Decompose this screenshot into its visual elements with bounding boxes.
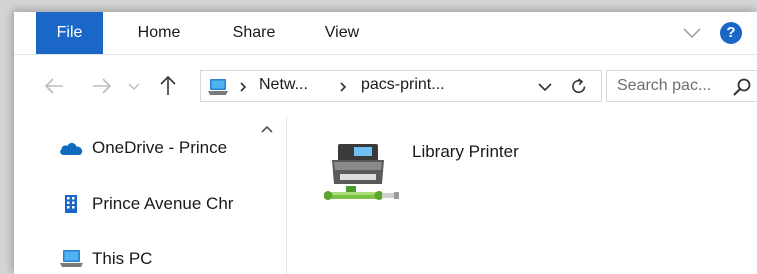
back-arrow-icon[interactable]: [42, 74, 66, 98]
tab-file[interactable]: File: [36, 12, 103, 54]
breadcrumb-network[interactable]: Netw...: [259, 76, 308, 94]
breadcrumb-chevron-icon[interactable]: [237, 79, 249, 95]
this-pc-icon: [208, 79, 228, 95]
navigation-pane: OneDrive - Prince Prince Avenue Chr This…: [14, 116, 287, 274]
search-input[interactable]: [607, 71, 727, 101]
forward-arrow-icon[interactable]: [90, 74, 114, 98]
onedrive-cloud-icon: [60, 143, 83, 155]
up-arrow-icon[interactable]: [156, 74, 180, 98]
file-explorer-window: File Home Share View ? Netw... pacs-prin…: [14, 12, 757, 274]
ribbon-tab-bar: File Home Share View ?: [14, 12, 757, 55]
nav-item-this-pc[interactable]: This PC: [58, 245, 286, 273]
address-dropdown-chevron-icon[interactable]: [537, 81, 553, 93]
building-icon: [65, 195, 77, 213]
network-printer-icon: [324, 144, 399, 200]
navigation-bar: Netw... pacs-print...: [14, 66, 757, 106]
address-bar[interactable]: Netw... pacs-print...: [200, 70, 602, 102]
search-box[interactable]: [606, 70, 757, 102]
recent-locations-icon[interactable]: [126, 74, 142, 98]
refresh-icon[interactable]: [569, 77, 589, 97]
breadcrumb-pacs-print[interactable]: pacs-print...: [361, 76, 445, 94]
tab-share[interactable]: Share: [219, 12, 289, 54]
nav-item-label: This PC: [92, 249, 153, 268]
search-icon[interactable]: [732, 77, 752, 97]
nav-item-label: Prince Avenue Chr: [92, 194, 234, 213]
tab-home[interactable]: Home: [124, 12, 194, 54]
nav-item-onedrive[interactable]: OneDrive - Prince: [58, 134, 286, 162]
expand-ribbon-chevron-icon[interactable]: [682, 26, 702, 40]
breadcrumb-chevron-icon[interactable]: [337, 79, 349, 95]
this-pc-icon: [60, 250, 83, 267]
scroll-up-arrow-icon[interactable]: [260, 124, 274, 134]
file-item-library-printer[interactable]: Library Printer: [324, 128, 604, 218]
file-item-label: Library Printer: [412, 142, 519, 161]
nav-item-label: OneDrive - Prince: [92, 138, 228, 157]
tab-view[interactable]: View: [312, 12, 372, 54]
nav-item-prince-avenue[interactable]: Prince Avenue Chr: [58, 190, 286, 218]
help-button[interactable]: ?: [720, 22, 742, 44]
